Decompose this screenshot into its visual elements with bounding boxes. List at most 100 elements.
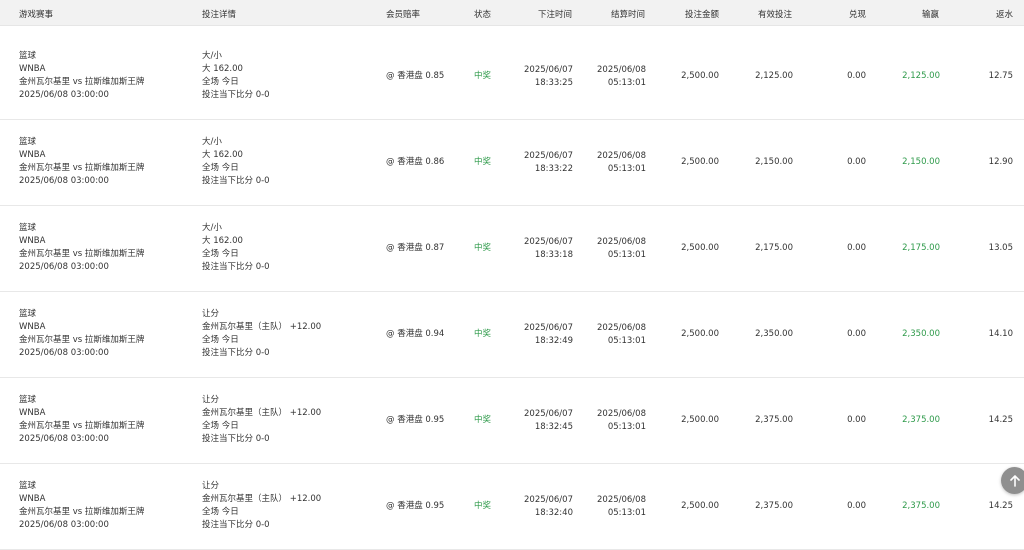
bet-score-at-bet: 投注当下比分 0-0 xyxy=(202,90,270,100)
scroll-to-top-button[interactable] xyxy=(1001,467,1024,494)
settle-clock: 05:13:01 xyxy=(607,164,646,174)
event-matchup: 金州瓦尔基里 vs 拉斯维加斯王牌 xyxy=(19,163,145,173)
event-sport: 篮球 xyxy=(19,481,37,491)
settle-date: 2025/06/08 xyxy=(597,237,646,247)
bet-market: 让分 xyxy=(202,309,220,319)
table-row[interactable]: 篮球 WNBA 金州瓦尔基里 vs 拉斯维加斯王牌 2025/06/08 03:00:… xyxy=(0,378,1024,464)
rebate-value: 13.05 xyxy=(988,243,1013,253)
bet-market: 大/小 xyxy=(202,137,222,147)
event-match-time: 2025/06/08 03:00:00 xyxy=(19,262,109,272)
settle-time: 2025/06/08 05:13:01 xyxy=(593,150,646,176)
event-matchup: 金州瓦尔基里 vs 拉斯维加斯王牌 xyxy=(19,335,145,345)
winloss-value: 2,175.00 xyxy=(902,243,940,253)
bet-score-at-bet: 投注当下比分 0-0 xyxy=(202,520,270,530)
settle-clock: 05:13:01 xyxy=(607,336,646,346)
event-info: 篮球 WNBA 金州瓦尔基里 vs 拉斯维加斯王牌 2025/06/08 03:00:… xyxy=(19,394,144,446)
bet-period: 全场 今日 xyxy=(202,77,239,87)
bet-selection: 金州瓦尔基里（主队） +12.00 xyxy=(202,322,322,332)
settle-date: 2025/06/08 xyxy=(597,151,646,161)
bet-amount: 2,500.00 xyxy=(681,71,719,81)
table-row[interactable]: 篮球 WNBA 金州瓦尔基里 vs 拉斯维加斯王牌 2025/06/08 03:00:… xyxy=(0,120,1024,206)
bet-clock: 18:33:22 xyxy=(534,164,573,174)
event-info: 篮球 WNBA 金州瓦尔基里 vs 拉斯维加斯王牌 2025/06/08 03:00:… xyxy=(19,308,144,360)
bet-period: 全场 今日 xyxy=(202,335,239,345)
bet-time: 2025/06/07 18:33:18 xyxy=(520,236,573,262)
bet-detail: 大/小大 162.00 全场 今日 投注当下比分 0-0 xyxy=(202,136,270,188)
bet-time: 2025/06/07 18:32:45 xyxy=(520,408,573,434)
header-event: 游戏赛事 xyxy=(19,10,54,20)
winloss-value: 2,375.00 xyxy=(902,501,940,511)
cashout-value: 0.00 xyxy=(847,71,866,81)
settle-clock: 05:13:01 xyxy=(607,78,646,88)
bet-clock: 18:32:45 xyxy=(534,422,573,432)
header-rebate: 返水 xyxy=(996,10,1014,20)
event-league: WNBA xyxy=(19,64,46,74)
table-row[interactable]: 篮球 WNBA 金州瓦尔基里 vs 拉斯维加斯王牌 2025/06/08 03:00:… xyxy=(0,292,1024,378)
bet-date: 2025/06/07 xyxy=(524,323,573,333)
winloss-value: 2,150.00 xyxy=(902,157,940,167)
event-league: WNBA xyxy=(19,150,46,160)
bet-score-at-bet: 投注当下比分 0-0 xyxy=(202,262,270,272)
member-odds: @ 香港盘 0.95 xyxy=(386,415,445,425)
event-matchup: 金州瓦尔基里 vs 拉斯维加斯王牌 xyxy=(19,507,145,517)
bet-period: 全场 今日 xyxy=(202,163,239,173)
settle-clock: 05:13:01 xyxy=(607,250,646,260)
bet-date: 2025/06/07 xyxy=(524,495,573,505)
event-sport: 篮球 xyxy=(19,309,37,319)
settle-date: 2025/06/08 xyxy=(597,495,646,505)
settle-date: 2025/06/08 xyxy=(597,323,646,333)
bet-detail: 让分 金州瓦尔基里（主队） +12.00 全场 今日 投注当下比分 0-0 xyxy=(202,480,321,532)
bet-period: 全场 今日 xyxy=(202,507,239,517)
bet-selection: 大 162.00 xyxy=(202,64,243,74)
header-cashout: 兑现 xyxy=(849,10,867,20)
event-match-time: 2025/06/08 03:00:00 xyxy=(19,434,109,444)
bet-detail: 让分金州瓦尔基里（主队） +12.00 全场 今日投注当下比分 0-0 xyxy=(202,308,321,360)
bet-amount: 2,500.00 xyxy=(681,243,719,253)
bet-market: 大/小 xyxy=(202,51,222,61)
table-row[interactable]: 篮球 WNBA 金州瓦尔基里 vs 拉斯维加斯王牌 2025/06/08 03:00:… xyxy=(0,206,1024,292)
table-header: 游戏赛事 投注详情 会员赔率 状态 下注时间 结算时间 投注金额 有效投注 兑现… xyxy=(0,0,1024,26)
settle-time: 2025/06/08 05:13:01 xyxy=(593,322,646,348)
bet-time: 2025/06/07 18:32:40 xyxy=(520,494,573,520)
status-badge: 中奖 xyxy=(474,71,492,81)
bet-amount: 2,500.00 xyxy=(681,501,719,511)
rebate-value: 14.25 xyxy=(988,415,1013,425)
status-badge: 中奖 xyxy=(474,243,492,253)
event-league: WNBA xyxy=(19,322,46,332)
settle-clock: 05:13:01 xyxy=(607,422,646,432)
bet-date: 2025/06/07 xyxy=(524,151,573,161)
settle-date: 2025/06/08 xyxy=(597,409,646,419)
bet-clock: 18:32:40 xyxy=(534,508,573,518)
table-row[interactable]: 篮球 WNBA 金州瓦尔基里 vs 拉斯维加斯王牌 2025/06/08 03:00:… xyxy=(0,464,1024,550)
bet-amount: 2,500.00 xyxy=(681,415,719,425)
table-row[interactable]: 篮球 WNBA 金州瓦尔基里 vs 拉斯维加斯王牌 2025/06/08 03:00:… xyxy=(0,34,1024,120)
member-odds: @ 香港盘 0.87 xyxy=(386,243,445,253)
arrow-up-icon xyxy=(1009,474,1020,487)
valid-bet: 2,375.00 xyxy=(755,501,793,511)
event-sport: 篮球 xyxy=(19,395,37,405)
bet-clock: 18:32:49 xyxy=(534,336,573,346)
settle-clock: 05:13:01 xyxy=(607,508,646,518)
rebate-value: 14.10 xyxy=(988,329,1013,339)
rebate-value: 14.25 xyxy=(988,501,1013,511)
bet-period: 全场 今日 xyxy=(202,421,239,431)
header-status: 状态 xyxy=(474,10,492,20)
valid-bet: 2,150.00 xyxy=(755,157,793,167)
bet-score-at-bet: 投注当下比分 0-0 xyxy=(202,348,270,358)
event-sport: 篮球 xyxy=(19,223,37,233)
valid-bet: 2,375.00 xyxy=(755,415,793,425)
header-odds: 会员赔率 xyxy=(386,10,421,20)
bet-score-at-bet: 投注当下比分 0-0 xyxy=(202,176,270,186)
bet-date: 2025/06/07 xyxy=(524,409,573,419)
cashout-value: 0.00 xyxy=(847,329,866,339)
header-valid-bet: 有效投注 xyxy=(758,10,793,20)
bet-detail: 大/小大 162.00 全场 今日投注当下比分 0-0 xyxy=(202,50,270,102)
bet-market: 让分 xyxy=(202,395,220,405)
header-settle-time: 结算时间 xyxy=(611,10,646,20)
event-info: 篮球 WNBA 金州瓦尔基里 vs 拉斯维加斯王牌 2025/06/08 03:00:… xyxy=(19,136,144,188)
status-badge: 中奖 xyxy=(474,329,492,339)
bet-selection: 大 162.00 xyxy=(202,236,243,246)
header-winloss: 输赢 xyxy=(922,10,940,20)
cashout-value: 0.00 xyxy=(847,501,866,511)
event-sport: 篮球 xyxy=(19,137,37,147)
